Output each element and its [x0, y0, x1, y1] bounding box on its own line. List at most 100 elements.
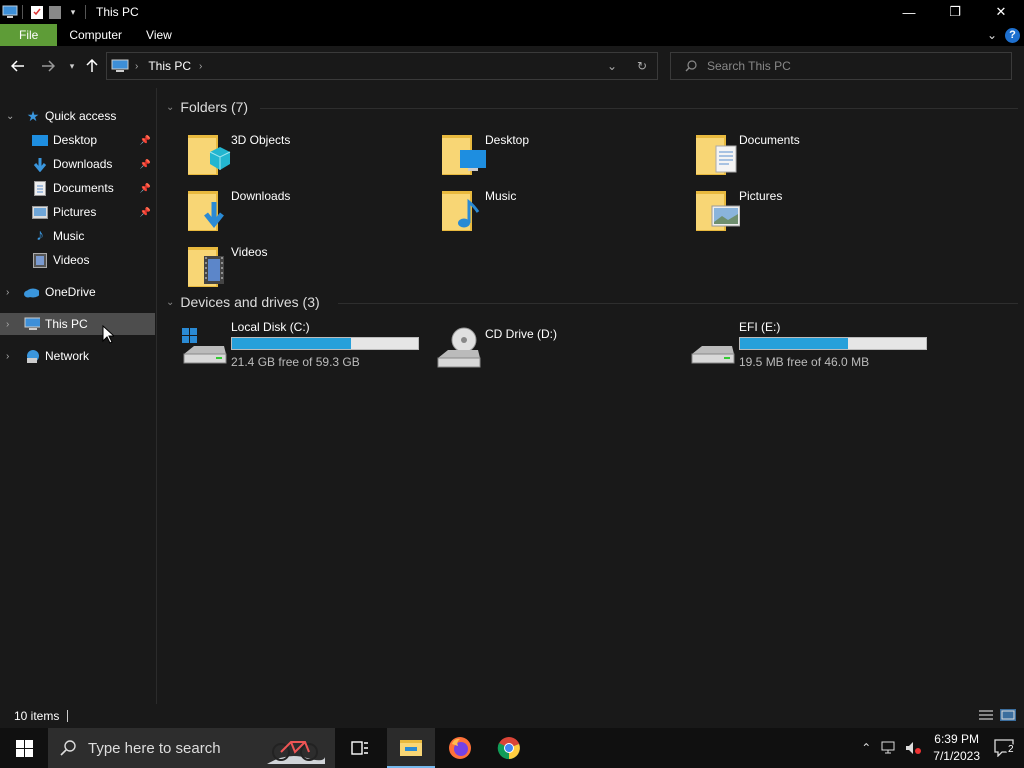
notification-center-icon[interactable]: 2	[988, 739, 1024, 757]
cd-drive-icon	[434, 326, 482, 373]
forward-button[interactable]	[36, 54, 60, 78]
taskbar-file-explorer[interactable]	[387, 728, 435, 768]
chrome-icon	[497, 737, 520, 760]
chevron-right-icon[interactable]: ›	[6, 287, 9, 298]
folder-downloads[interactable]: Downloads	[176, 184, 426, 236]
folder-label: Documents	[739, 133, 800, 147]
pictures-icon	[32, 204, 48, 220]
drives-group-header[interactable]: ⌄ Devices and drives (3)	[166, 292, 320, 312]
sidebar-item-desktop[interactable]: Desktop 📌	[0, 129, 155, 151]
folder-videos[interactable]: Videos	[176, 240, 426, 292]
search-box[interactable]: Search This PC	[670, 52, 1012, 80]
details-view-icon[interactable]	[978, 709, 994, 721]
volume-muted-icon[interactable]	[901, 741, 925, 755]
drive-usage-fill	[740, 338, 848, 349]
sidebar-item-label: Documents	[53, 181, 114, 195]
search-icon	[60, 740, 76, 756]
folder-documents[interactable]: Documents	[684, 128, 934, 180]
refresh-icon[interactable]: ↻	[627, 53, 657, 79]
properties-icon[interactable]	[29, 4, 45, 20]
hard-drive-icon	[688, 326, 736, 369]
folder-music-icon	[440, 188, 486, 237]
folder-downloads-icon	[186, 188, 232, 237]
sidebar-item-videos[interactable]: Videos	[0, 249, 155, 271]
back-button[interactable]	[6, 54, 30, 78]
sidebar-item-pictures[interactable]: Pictures 📌	[0, 201, 155, 223]
pin-icon[interactable]: 📌	[140, 183, 151, 194]
tab-view[interactable]: View	[134, 24, 184, 46]
breadcrumb[interactable]: This PC	[148, 59, 191, 73]
pin-icon[interactable]: 📌	[140, 207, 151, 218]
folder-music[interactable]: Music	[430, 184, 680, 236]
minimize-button[interactable]: —	[886, 0, 932, 24]
new-folder-icon[interactable]	[47, 4, 63, 20]
folder-pictures-icon	[694, 188, 741, 237]
file-explorer-icon	[400, 740, 422, 756]
computer-icon[interactable]	[2, 4, 18, 20]
network-icon	[24, 348, 40, 364]
folder-desktop[interactable]: Desktop	[430, 128, 680, 180]
sidebar-item-music[interactable]: ♪ Music	[0, 225, 155, 247]
system-tray: ⌃ 6:39 PM 7/1/2023 2	[855, 728, 1024, 768]
network-status-icon[interactable]	[877, 741, 901, 755]
sidebar-item-label: Downloads	[53, 157, 113, 171]
expand-ribbon-icon[interactable]: ⌄	[987, 28, 997, 42]
close-button[interactable]: ✕	[978, 0, 1024, 24]
sidebar-item-label: Network	[45, 349, 90, 363]
chevron-right-icon[interactable]: ›	[199, 61, 202, 72]
item-count: 10 items	[14, 709, 60, 723]
firefox-icon	[449, 737, 471, 759]
computer-icon	[24, 316, 40, 332]
chevron-right-icon[interactable]: ›	[6, 319, 9, 330]
title-divider	[85, 5, 86, 19]
sidebar-item-label: This PC	[45, 317, 88, 331]
drive-label: CD Drive (D:)	[485, 327, 557, 341]
clock[interactable]: 6:39 PM 7/1/2023	[925, 731, 988, 765]
sidebar-item-label: OneDrive	[45, 285, 96, 299]
file-view: ⌄ Folders (7) 3D Objects Desktop Documen…	[158, 88, 1024, 704]
notification-count-badge: 2	[1006, 744, 1016, 755]
sidebar-item-label: Pictures	[53, 205, 97, 219]
folder-3d-objects[interactable]: 3D Objects	[176, 128, 426, 180]
pin-icon[interactable]: 📌	[140, 159, 151, 170]
chevron-down-icon[interactable]: ⌄	[166, 102, 174, 113]
group-title: Devices and drives (3)	[180, 294, 320, 310]
drive-d[interactable]: CD Drive (D:)	[430, 320, 680, 368]
folder-desktop-icon	[440, 132, 486, 181]
computer-icon	[111, 59, 129, 73]
task-view-button[interactable]	[336, 728, 384, 768]
sidebar-item-documents[interactable]: Documents 📌	[0, 177, 155, 199]
pin-icon[interactable]: 📌	[140, 135, 151, 146]
sidebar-item-network[interactable]: › Network	[0, 345, 155, 367]
navigation-pane: ⌄ ★ Quick access Desktop 📌 Downloads 📌 D…	[0, 88, 157, 704]
chevron-right-icon[interactable]: ›	[6, 351, 9, 362]
sidebar-item-label: Desktop	[53, 133, 98, 147]
folders-group-header[interactable]: ⌄ Folders (7)	[166, 97, 248, 117]
sidebar-item-onedrive[interactable]: › OneDrive	[0, 281, 155, 303]
tab-file[interactable]: File	[0, 24, 58, 46]
tab-computer[interactable]: Computer	[57, 24, 134, 46]
sidebar-item-quick-access[interactable]: ⌄ ★ Quick access	[0, 105, 155, 127]
sidebar-item-downloads[interactable]: Downloads 📌	[0, 153, 155, 175]
address-bar[interactable]: › This PC › ⌄ ↻	[106, 52, 658, 80]
status-bar: 10 items	[0, 704, 1024, 728]
taskbar-chrome[interactable]	[485, 728, 533, 768]
taskbar-search-box[interactable]: Type here to search	[48, 728, 335, 768]
folder-label: Desktop	[485, 133, 530, 147]
large-icons-view-icon[interactable]	[1000, 709, 1016, 721]
customize-qat-icon[interactable]: ▾	[65, 4, 81, 20]
drive-e[interactable]: EFI (E:) 19.5 MB free of 46.0 MB	[684, 320, 974, 369]
taskbar-firefox[interactable]	[436, 728, 484, 768]
up-button[interactable]	[80, 54, 104, 78]
folder-pictures[interactable]: Pictures	[684, 184, 934, 236]
chevron-down-icon[interactable]: ⌄	[166, 297, 174, 308]
group-title: Folders (7)	[180, 99, 249, 115]
help-icon[interactable]: ?	[1005, 27, 1020, 43]
chevron-down-icon[interactable]: ⌄	[6, 111, 14, 122]
drive-c[interactable]: Local Disk (C:) 21.4 GB free of 59.3 GB	[176, 320, 466, 369]
sidebar-item-this-pc[interactable]: › This PC	[0, 313, 155, 335]
start-button[interactable]	[0, 728, 48, 768]
address-dropdown-icon[interactable]: ⌄	[597, 53, 627, 79]
restore-button[interactable]: ❐	[932, 0, 978, 24]
chevron-up-icon[interactable]: ⌃	[855, 741, 877, 755]
